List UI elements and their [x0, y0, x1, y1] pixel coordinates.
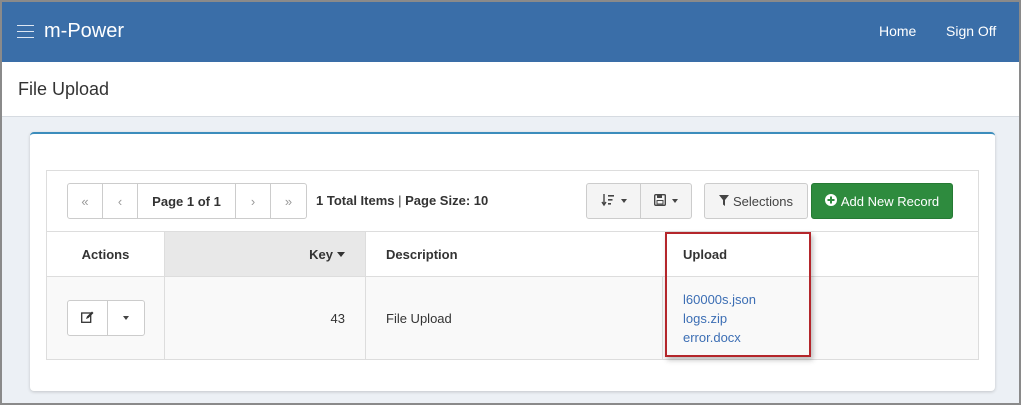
page-size: Page Size: 10: [405, 193, 489, 208]
selections-button[interactable]: Selections: [704, 183, 808, 219]
top-navbar: m-Power Home Sign Off: [2, 2, 1019, 62]
table-header: Actions Key Description Upload: [47, 232, 978, 277]
edit-button[interactable]: [68, 301, 108, 335]
chevron-down-icon: [122, 316, 129, 320]
add-new-record-button[interactable]: Add New Record: [811, 183, 953, 219]
sort-desc-icon: [337, 251, 345, 257]
add-new-record-label: Add New Record: [840, 193, 940, 209]
grid-toolbar: « ‹ Page 1 of 1 › » 1 Total Items | Page…: [47, 171, 978, 232]
page-indicator: Page 1 of 1: [138, 184, 236, 218]
column-header-key-label: Key: [309, 246, 333, 262]
summary-separator: |: [394, 193, 406, 208]
description-cell: File Upload: [366, 277, 663, 359]
sort-button[interactable]: [586, 183, 641, 219]
sort-icon: [600, 193, 615, 210]
filter-icon: [719, 194, 729, 209]
page-header: File Upload: [2, 62, 1019, 117]
save-icon: [653, 193, 667, 209]
row-dropdown-button[interactable]: [108, 301, 144, 335]
last-page-button[interactable]: »: [271, 184, 306, 218]
total-items-info: 1 Total Items | Page Size: 10: [316, 193, 488, 208]
total-items: 1 Total Items: [316, 193, 395, 208]
upload-cell: l60000s.json logs.zip error.docx: [663, 277, 978, 359]
chevron-down-icon: [620, 199, 627, 203]
save-button[interactable]: [640, 183, 692, 219]
column-header-key[interactable]: Key: [165, 232, 366, 276]
content-box: « ‹ Page 1 of 1 › » 1 Total Items | Page…: [30, 132, 995, 391]
file-link[interactable]: logs.zip: [683, 309, 727, 328]
sign-off-link[interactable]: Sign Off: [946, 23, 996, 39]
column-header-description: Description: [386, 246, 458, 262]
plus-circle-icon: [824, 193, 837, 209]
row-action-group: [66, 300, 145, 336]
pagination: « ‹ Page 1 of 1 › »: [67, 183, 307, 219]
brand-title[interactable]: m-Power: [44, 20, 124, 43]
column-header-actions: Actions: [47, 232, 165, 276]
edit-icon: [80, 311, 94, 326]
page-title: File Upload: [18, 79, 110, 99]
file-link[interactable]: error.docx: [683, 328, 741, 347]
row-actions-cell: [47, 277, 165, 359]
data-grid: « ‹ Page 1 of 1 › » 1 Total Items | Page…: [46, 170, 979, 360]
selections-label: Selections: [733, 193, 793, 209]
file-link[interactable]: l60000s.json: [683, 290, 756, 309]
column-header-upload: Upload: [683, 246, 728, 262]
home-link[interactable]: Home: [879, 23, 916, 39]
key-cell: 43: [165, 277, 366, 359]
menu-icon[interactable]: [17, 25, 34, 38]
next-page-button[interactable]: ›: [236, 184, 271, 218]
first-page-button[interactable]: «: [68, 184, 103, 218]
prev-page-button[interactable]: ‹: [103, 184, 138, 218]
chevron-down-icon: [672, 199, 678, 203]
table-row: 43 File Upload l60000s.json logs.zip err…: [47, 277, 978, 359]
